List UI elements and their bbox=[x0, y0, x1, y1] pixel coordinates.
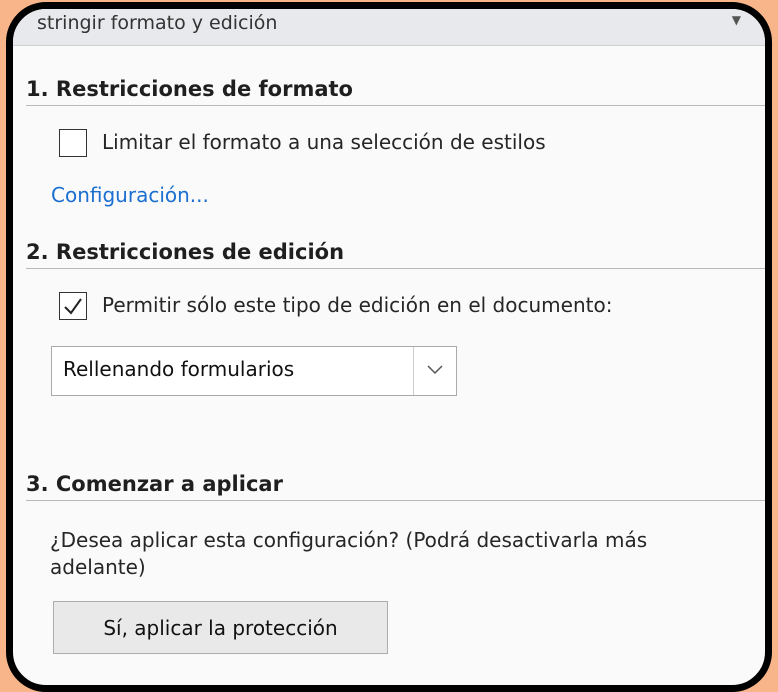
limit-format-label[interactable]: Limitar el formato a una selección de es… bbox=[102, 130, 546, 154]
section-header-format: 1. Restricciones de formato bbox=[26, 77, 765, 106]
restrict-editing-pane: stringir formato y edición ▼ 1. Restricc… bbox=[6, 2, 772, 692]
pane-options-chevron-icon[interactable]: ▼ bbox=[732, 13, 741, 27]
chevron-down-icon bbox=[427, 365, 443, 375]
allow-editing-label[interactable]: Permitir sólo este tipo de edición en el… bbox=[102, 293, 612, 317]
pane-title-bar: stringir formato y edición ▼ bbox=[13, 9, 765, 46]
apply-description-line2: adelante) bbox=[50, 555, 146, 579]
apply-description: ¿Desea aplicar esta configuración? (Podr… bbox=[50, 527, 765, 581]
editing-type-dropdown[interactable]: Rellenando formularios bbox=[51, 346, 457, 396]
allow-editing-checkbox[interactable] bbox=[59, 292, 87, 320]
format-settings-link[interactable]: Configuración... bbox=[51, 183, 209, 207]
checkmark-icon bbox=[64, 298, 82, 315]
section-header-apply: 3. Comenzar a aplicar bbox=[26, 472, 765, 501]
section-header-editing: 2. Restricciones de edición bbox=[26, 240, 765, 269]
pane-title: stringir formato y edición bbox=[37, 12, 278, 34]
apply-protection-button[interactable]: Sí, aplicar la protección bbox=[53, 601, 388, 654]
editing-type-selected-value: Rellenando formularios bbox=[63, 357, 295, 381]
dropdown-button[interactable] bbox=[413, 347, 456, 395]
apply-description-line1: ¿Desea aplicar esta configuración? (Podr… bbox=[50, 528, 648, 552]
limit-format-checkbox[interactable] bbox=[59, 129, 87, 157]
